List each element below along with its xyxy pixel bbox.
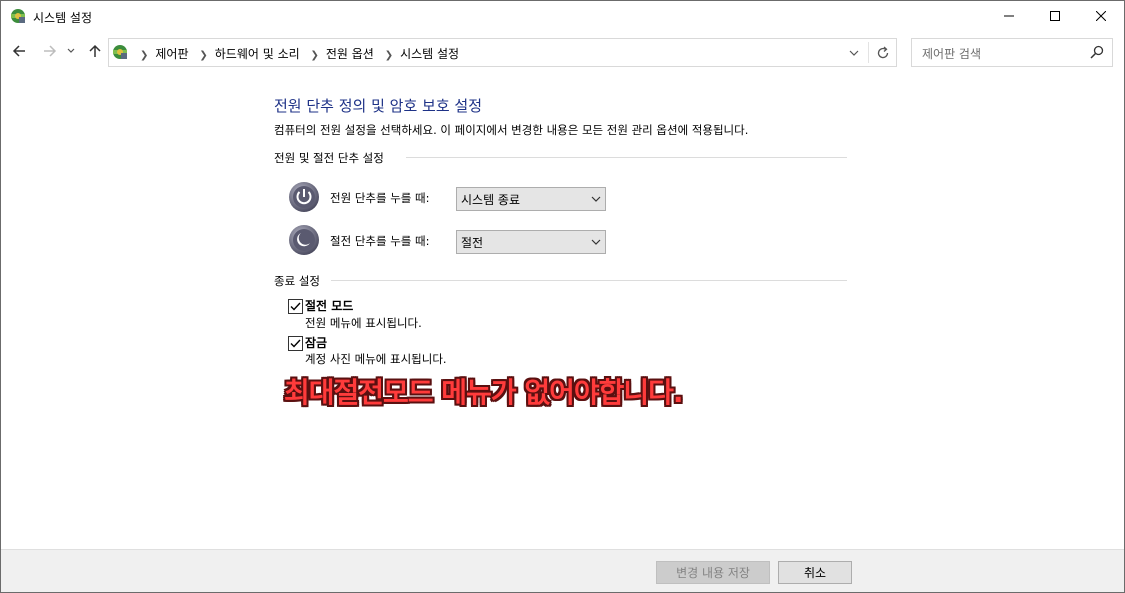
address-bar[interactable]: ❯ 제어판 ❯ 하드웨어 및 소리 ❯ 전원 옵션 ❯ 시스템 설정 [108, 38, 897, 67]
breadcrumb-hardware-sound[interactable]: 하드웨어 및 소리 [215, 47, 300, 61]
lock-description: 계정 사진 메뉴에 표시됩니다. [305, 352, 447, 366]
address-divider [868, 42, 869, 63]
minimize-button[interactable] [986, 1, 1032, 31]
close-icon [1096, 11, 1106, 21]
arrow-up-icon [89, 44, 101, 57]
control-panel-icon [111, 43, 129, 61]
chevron-right-icon: ❯ [140, 50, 149, 61]
chevron-right-icon: ❯ [384, 50, 394, 61]
recent-locations-button[interactable] [64, 41, 78, 61]
search-input[interactable]: 제어판 검색 [911, 38, 1113, 67]
sleep-button-action-select[interactable]: 절전 [456, 230, 606, 254]
minimize-icon [1004, 15, 1014, 17]
system-settings-window: 시스템 설정 ❯ 제어판 ❯ 하드웨어 및 소리 ❯ 전원 옵션 ❯ 시스템 설… [0, 0, 1125, 593]
page-description: 컴퓨터의 전원 설정을 선택하세요. 이 페이지에서 변경한 내용은 모든 전원… [274, 123, 749, 137]
save-changes-button[interactable]: 변경 내용 저장 [656, 561, 770, 584]
page-title: 전원 단추 정의 및 암호 보호 설정 [274, 97, 483, 115]
sleep-mode-description: 전원 메뉴에 표시됩니다. [305, 316, 422, 330]
maximize-button[interactable] [1032, 1, 1078, 31]
chevron-down-icon [591, 239, 601, 245]
lock-checkbox[interactable] [288, 336, 303, 351]
power-button-icon [288, 181, 320, 213]
forward-button[interactable] [40, 41, 60, 61]
chevron-right-icon: ❯ [199, 50, 208, 61]
breadcrumb-power-options[interactable]: 전원 옵션 [326, 47, 374, 61]
section-divider [331, 280, 847, 281]
address-history-button[interactable] [842, 39, 866, 66]
cancel-button[interactable]: 취소 [778, 561, 852, 584]
breadcrumb: ❯ 제어판 ❯ 하드웨어 및 소리 ❯ 전원 옵션 ❯ 시스템 설정 [133, 45, 459, 62]
checkmark-icon [290, 302, 301, 311]
annotation-text: 최대절전모드 메뉴가 없어야합니다. [284, 376, 684, 409]
search-placeholder: 제어판 검색 [922, 47, 982, 61]
navigation-bar: ❯ 제어판 ❯ 하드웨어 및 소리 ❯ 전원 옵션 ❯ 시스템 설정 제어판 검색 [1, 35, 1124, 69]
power-button-action-select[interactable]: 시스템 종료 [456, 187, 606, 211]
power-section-title: 전원 및 절전 단추 설정 [274, 151, 384, 165]
sleep-button-icon [288, 224, 320, 256]
chevron-down-icon [591, 196, 601, 202]
back-button[interactable] [9, 41, 29, 61]
chevron-down-icon [849, 50, 859, 56]
sleep-button-label: 절전 단추를 누를 때: [330, 234, 430, 248]
breadcrumb-system-settings[interactable]: 시스템 설정 [400, 47, 459, 61]
checkmark-icon [290, 339, 301, 348]
refresh-icon [877, 46, 889, 58]
breadcrumb-control-panel[interactable]: 제어판 [155, 47, 188, 61]
power-button-label: 전원 단추를 누를 때: [330, 191, 430, 205]
shutdown-section-title: 종료 설정 [274, 274, 320, 288]
sleep-button-action-value: 절전 [461, 236, 484, 250]
control-panel-power-icon [9, 7, 27, 25]
refresh-button[interactable] [871, 39, 895, 66]
title-bar: 시스템 설정 [1, 1, 1124, 31]
lock-label[interactable]: 잠금 [305, 334, 327, 351]
search-icon [1089, 44, 1105, 60]
arrow-right-icon [44, 45, 57, 57]
footer-bar: 변경 내용 저장 취소 [1, 549, 1124, 592]
maximize-icon [1050, 11, 1060, 21]
chevron-right-icon: ❯ [310, 50, 319, 61]
arrow-left-icon [12, 45, 25, 57]
section-divider [406, 157, 847, 158]
close-button[interactable] [1078, 1, 1124, 31]
chevron-down-icon [67, 48, 75, 53]
sleep-mode-checkbox[interactable] [288, 299, 303, 314]
power-button-action-value: 시스템 종료 [461, 193, 521, 207]
up-button[interactable] [85, 41, 105, 61]
window-title: 시스템 설정 [33, 11, 93, 25]
sleep-mode-label[interactable]: 절전 모드 [305, 297, 353, 314]
